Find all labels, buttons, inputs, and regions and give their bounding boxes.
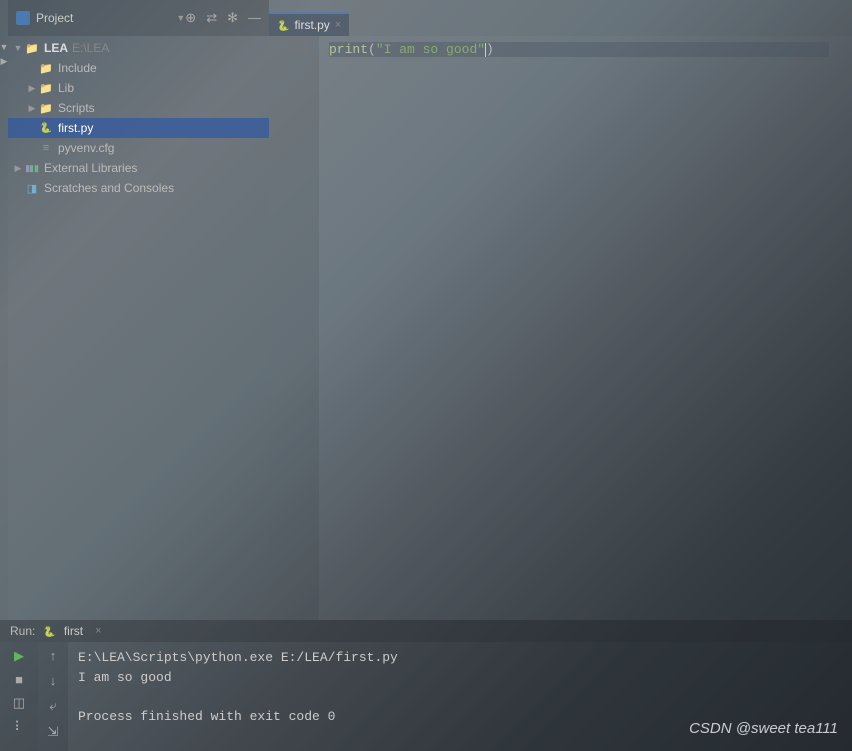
tree-label: Lib <box>58 81 74 95</box>
expand-all-icon[interactable]: ⇄ <box>206 10 217 26</box>
rerun-button[interactable]: ▶ <box>9 648 29 664</box>
tree-arrow-icon[interactable] <box>26 83 38 94</box>
more-button[interactable]: ⠇ <box>9 719 29 735</box>
python-icon <box>43 624 55 638</box>
gear-icon[interactable]: ✻ <box>227 10 238 26</box>
code-content[interactable]: print("I am so good") <box>319 36 829 620</box>
project-sidebar: Project ▼ ⊕ ⇄ ✻ — LEAE:\LEA Include Lib Scr… <box>8 0 269 620</box>
tree-arrow-icon[interactable] <box>26 103 38 114</box>
tree-label: Scripts <box>58 101 95 115</box>
up-button[interactable]: ↑ <box>43 648 63 663</box>
lib-icon <box>24 161 40 175</box>
tab-label: first.py <box>294 18 329 32</box>
run-label: Run: <box>10 624 35 638</box>
code-line-1[interactable]: print("I am so good") <box>329 42 829 57</box>
tree-row-pyvenv-cfg[interactable]: pyvenv.cfg <box>8 138 269 158</box>
sidebar-header: Project ▼ ⊕ ⇄ ✻ — <box>8 0 269 36</box>
python-file-icon <box>277 18 289 32</box>
locate-icon[interactable]: ⊕ <box>185 10 196 26</box>
hide-icon[interactable]: — <box>248 10 261 26</box>
folder-icon <box>38 81 54 95</box>
editor-area: first.py × 1 print("I am so good") <box>269 0 852 620</box>
run-controls-secondary: ↑ ↓ ⤶ ⇲ <box>38 642 68 751</box>
scroll-to-end-button[interactable]: ⇲ <box>43 724 63 740</box>
layout-button[interactable]: ◫ <box>9 695 29 711</box>
run-panel: Run: first × ▶ ■ ◫ ⠇ ↑ ↓ ⤶ ⇲ E:\LEA\Scri… <box>0 620 852 751</box>
chevron-down-icon[interactable]: ▼ <box>176 13 185 23</box>
down-button[interactable]: ↓ <box>43 673 63 688</box>
tree-label: Scratches and Consoles <box>44 181 174 195</box>
folder-icon <box>38 61 54 75</box>
file-icon <box>38 141 54 155</box>
stop-button[interactable]: ■ <box>9 672 29 687</box>
folder-icon <box>38 101 54 115</box>
tab-first-py[interactable]: first.py × <box>269 12 349 36</box>
tree-row-first-py[interactable]: first.py <box>8 118 269 138</box>
tree-row-lea[interactable]: LEAE:\LEA <box>8 38 269 58</box>
tree-label: LEAE:\LEA <box>44 41 109 55</box>
run-output[interactable]: E:\LEA\Scripts\python.exe E:/LEA/first.p… <box>68 642 852 751</box>
tree-row-scratches-and-consoles[interactable]: Scratches and Consoles <box>8 178 269 198</box>
tree-arrow-icon[interactable] <box>12 43 24 53</box>
tree-row-scripts[interactable]: Scripts <box>8 98 269 118</box>
tree-row-external-libraries[interactable]: External Libraries <box>8 158 269 178</box>
tree-label: External Libraries <box>44 161 137 175</box>
sidebar-collapse-gutter: ▼ ▶ <box>0 0 8 620</box>
folder-icon <box>24 41 40 55</box>
tree-label: pyvenv.cfg <box>58 141 114 155</box>
tree-label: first.py <box>58 121 93 135</box>
scratch-icon <box>24 181 40 195</box>
line-number: 1 <box>269 42 309 57</box>
collapse-arrow-right-icon[interactable]: ▶ <box>1 56 8 67</box>
py-icon <box>38 121 54 135</box>
soft-wrap-button[interactable]: ⤶ <box>43 698 63 714</box>
tree-arrow-icon[interactable] <box>12 163 24 174</box>
tree-row-lib[interactable]: Lib <box>8 78 269 98</box>
sidebar-title[interactable]: Project <box>36 11 172 25</box>
run-panel-header: Run: first × <box>0 620 852 642</box>
line-number-gutter: 1 <box>269 36 319 620</box>
close-icon[interactable]: × <box>95 625 101 637</box>
editor-tab-bar: first.py × <box>269 0 852 36</box>
code-editor[interactable]: 1 print("I am so good") <box>269 36 852 620</box>
project-view-icon <box>16 11 30 25</box>
close-icon[interactable]: × <box>335 19 341 31</box>
run-config-name[interactable]: first <box>64 624 83 638</box>
run-controls-primary: ▶ ■ ◫ ⠇ <box>0 642 38 751</box>
project-tree: LEAE:\LEA Include Lib Scripts first.py pyvenv… <box>8 36 269 200</box>
tree-row-include[interactable]: Include <box>8 58 269 78</box>
tree-label: Include <box>58 61 97 75</box>
